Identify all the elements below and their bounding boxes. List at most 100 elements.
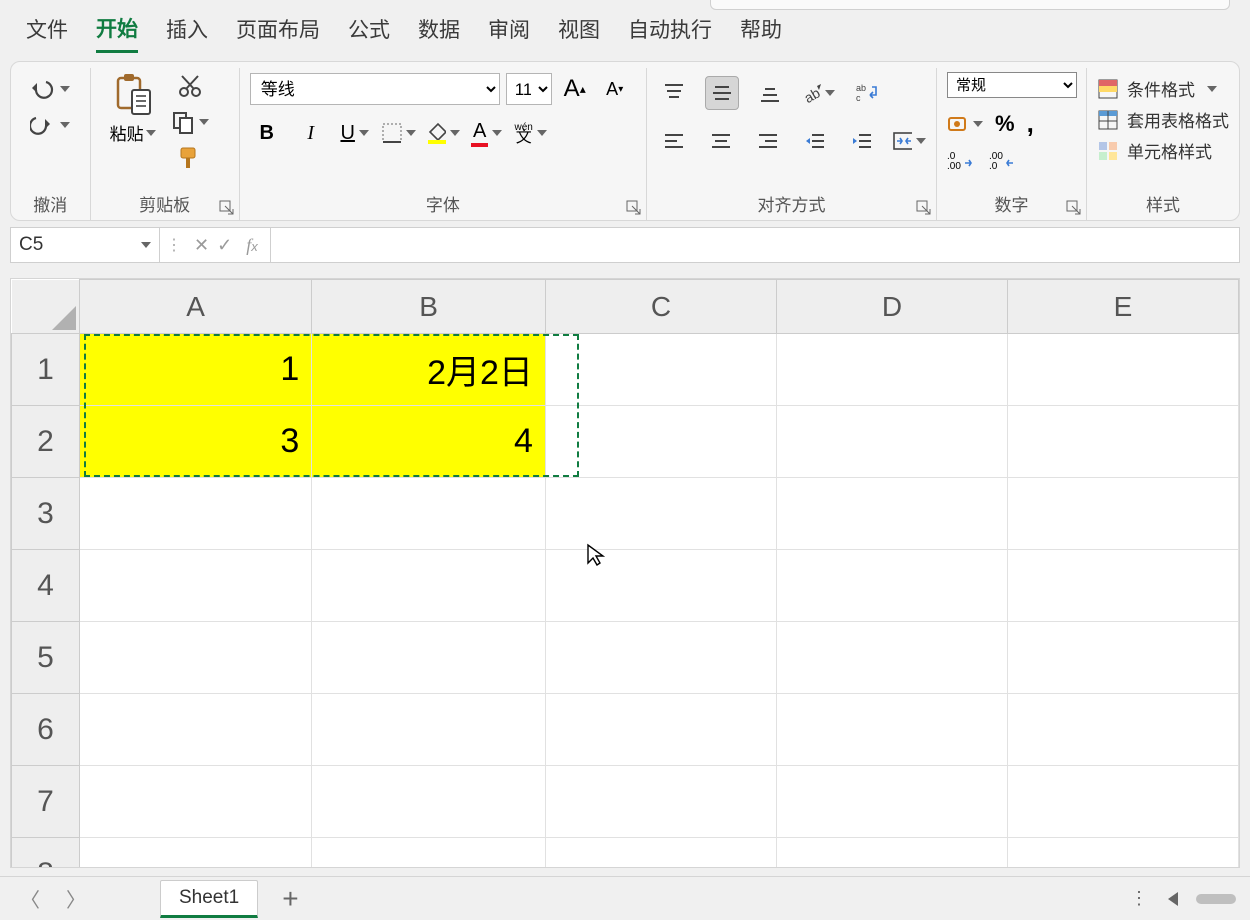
tab-automate[interactable]: 自动执行 bbox=[628, 14, 712, 51]
number-format-select[interactable]: 常规 bbox=[947, 72, 1077, 98]
cell-E3[interactable] bbox=[1007, 478, 1238, 550]
redo-button[interactable] bbox=[30, 114, 70, 136]
add-sheet-button[interactable]: + bbox=[272, 883, 308, 915]
cell-C8[interactable] bbox=[545, 838, 776, 869]
align-center-button[interactable] bbox=[704, 124, 737, 158]
cell-E2[interactable] bbox=[1007, 406, 1238, 478]
orientation-button[interactable]: ab bbox=[801, 76, 835, 110]
insert-function-button[interactable]: fx bbox=[240, 235, 264, 256]
decrease-indent-button[interactable] bbox=[798, 124, 831, 158]
cell-C5[interactable] bbox=[545, 622, 776, 694]
align-left-button[interactable] bbox=[657, 124, 690, 158]
tab-insert[interactable]: 插入 bbox=[166, 14, 208, 51]
cell-A5[interactable] bbox=[79, 622, 311, 694]
number-launcher[interactable] bbox=[1066, 200, 1082, 216]
tab-review[interactable]: 审阅 bbox=[488, 14, 530, 51]
tab-page-layout[interactable]: 页面布局 bbox=[236, 14, 320, 51]
cell-D2[interactable] bbox=[776, 406, 1007, 478]
formula-input[interactable] bbox=[271, 227, 1240, 263]
cell-C6[interactable] bbox=[545, 694, 776, 766]
conditional-format-button[interactable]: 条件格式 bbox=[1097, 76, 1229, 101]
cell-B5[interactable] bbox=[312, 622, 546, 694]
cut-button[interactable] bbox=[178, 74, 202, 98]
tab-formulas[interactable]: 公式 bbox=[348, 14, 390, 51]
cell-E7[interactable] bbox=[1007, 766, 1238, 838]
tab-nav-next[interactable]: 〉 bbox=[60, 880, 92, 917]
percent-button[interactable]: % bbox=[995, 111, 1015, 137]
wrap-text-button[interactable]: abc bbox=[849, 76, 883, 110]
cell-A4[interactable] bbox=[79, 550, 311, 622]
cell-B8[interactable] bbox=[312, 838, 546, 869]
cell-D5[interactable] bbox=[776, 622, 1007, 694]
cell-E4[interactable] bbox=[1007, 550, 1238, 622]
cell-C3[interactable] bbox=[545, 478, 776, 550]
row-header-3[interactable]: 3 bbox=[12, 478, 80, 550]
align-middle-button[interactable] bbox=[705, 76, 739, 110]
sheet-tab-1[interactable]: Sheet1 bbox=[160, 880, 258, 918]
row-header-8[interactable]: 8 bbox=[12, 838, 80, 869]
accounting-button[interactable] bbox=[947, 114, 983, 134]
paste-button[interactable]: 粘贴 bbox=[110, 72, 156, 145]
tab-view[interactable]: 视图 bbox=[558, 14, 600, 51]
increase-font-button[interactable]: A▴ bbox=[558, 72, 592, 106]
tab-file[interactable]: 文件 bbox=[26, 14, 68, 51]
name-box[interactable]: C5 bbox=[10, 227, 160, 263]
row-header-6[interactable]: 6 bbox=[12, 694, 80, 766]
cell-C7[interactable] bbox=[545, 766, 776, 838]
tab-help[interactable]: 帮助 bbox=[740, 14, 782, 51]
cell-D7[interactable] bbox=[776, 766, 1007, 838]
bold-button[interactable]: B bbox=[250, 116, 284, 150]
tab-data[interactable]: 数据 bbox=[418, 14, 460, 51]
cancel-formula-button[interactable]: ✕ bbox=[194, 235, 209, 256]
cell-A8[interactable] bbox=[79, 838, 311, 869]
col-header-E[interactable]: E bbox=[1007, 280, 1238, 334]
font-name-select[interactable]: 等线 bbox=[250, 73, 500, 105]
cell-E6[interactable] bbox=[1007, 694, 1238, 766]
cell-A6[interactable] bbox=[79, 694, 311, 766]
row-header-2[interactable]: 2 bbox=[12, 406, 80, 478]
format-painter-button[interactable] bbox=[177, 146, 203, 172]
decrease-font-button[interactable]: A▾ bbox=[598, 72, 632, 106]
increase-decimal-button[interactable]: .0.00 bbox=[947, 149, 973, 169]
enter-formula-button[interactable]: ✓ bbox=[217, 235, 232, 256]
cell-A7[interactable] bbox=[79, 766, 311, 838]
cell-D1[interactable] bbox=[776, 334, 1007, 406]
cell-D6[interactable] bbox=[776, 694, 1007, 766]
align-bottom-button[interactable] bbox=[753, 76, 787, 110]
cell-styles-button[interactable]: 单元格样式 bbox=[1097, 138, 1229, 163]
row-header-5[interactable]: 5 bbox=[12, 622, 80, 694]
cell-B6[interactable] bbox=[312, 694, 546, 766]
cell-A2[interactable]: 3 bbox=[79, 406, 311, 478]
font-size-select[interactable]: 11 bbox=[506, 73, 552, 105]
phonetic-button[interactable]: wén文 bbox=[514, 116, 548, 150]
clipboard-launcher[interactable] bbox=[219, 200, 235, 216]
underline-button[interactable]: U bbox=[338, 116, 372, 150]
col-header-C[interactable]: C bbox=[545, 280, 776, 334]
cell-A3[interactable] bbox=[79, 478, 311, 550]
cell-D8[interactable] bbox=[776, 838, 1007, 869]
col-header-A[interactable]: A bbox=[79, 280, 311, 334]
increase-indent-button[interactable] bbox=[845, 124, 878, 158]
merge-button[interactable] bbox=[892, 124, 926, 158]
cell-B2[interactable]: 4 bbox=[312, 406, 546, 478]
italic-button[interactable]: I bbox=[294, 116, 328, 150]
cell-B4[interactable] bbox=[312, 550, 546, 622]
copy-button[interactable] bbox=[171, 110, 209, 134]
tab-options-button[interactable]: ⋮ bbox=[1130, 888, 1150, 909]
hscroll-thumb[interactable] bbox=[1196, 894, 1236, 904]
search-box[interactable] bbox=[710, 0, 1230, 10]
table-format-button[interactable]: 套用表格格式 bbox=[1097, 107, 1229, 132]
tab-nav-prev[interactable]: 〈 bbox=[14, 880, 46, 917]
font-color-button[interactable]: A bbox=[470, 116, 504, 150]
hscroll-left[interactable] bbox=[1168, 892, 1178, 906]
cell-E1[interactable] bbox=[1007, 334, 1238, 406]
cell-C2[interactable] bbox=[545, 406, 776, 478]
spreadsheet-grid[interactable]: A B C D E 1 1 2月2日 2 3 4 3 4 5 6 7 8 bbox=[10, 278, 1240, 868]
undo-button[interactable] bbox=[30, 78, 70, 100]
cell-E8[interactable] bbox=[1007, 838, 1238, 869]
col-header-D[interactable]: D bbox=[776, 280, 1007, 334]
cell-D4[interactable] bbox=[776, 550, 1007, 622]
col-header-B[interactable]: B bbox=[312, 280, 546, 334]
cell-E5[interactable] bbox=[1007, 622, 1238, 694]
select-all-corner[interactable] bbox=[12, 280, 80, 334]
